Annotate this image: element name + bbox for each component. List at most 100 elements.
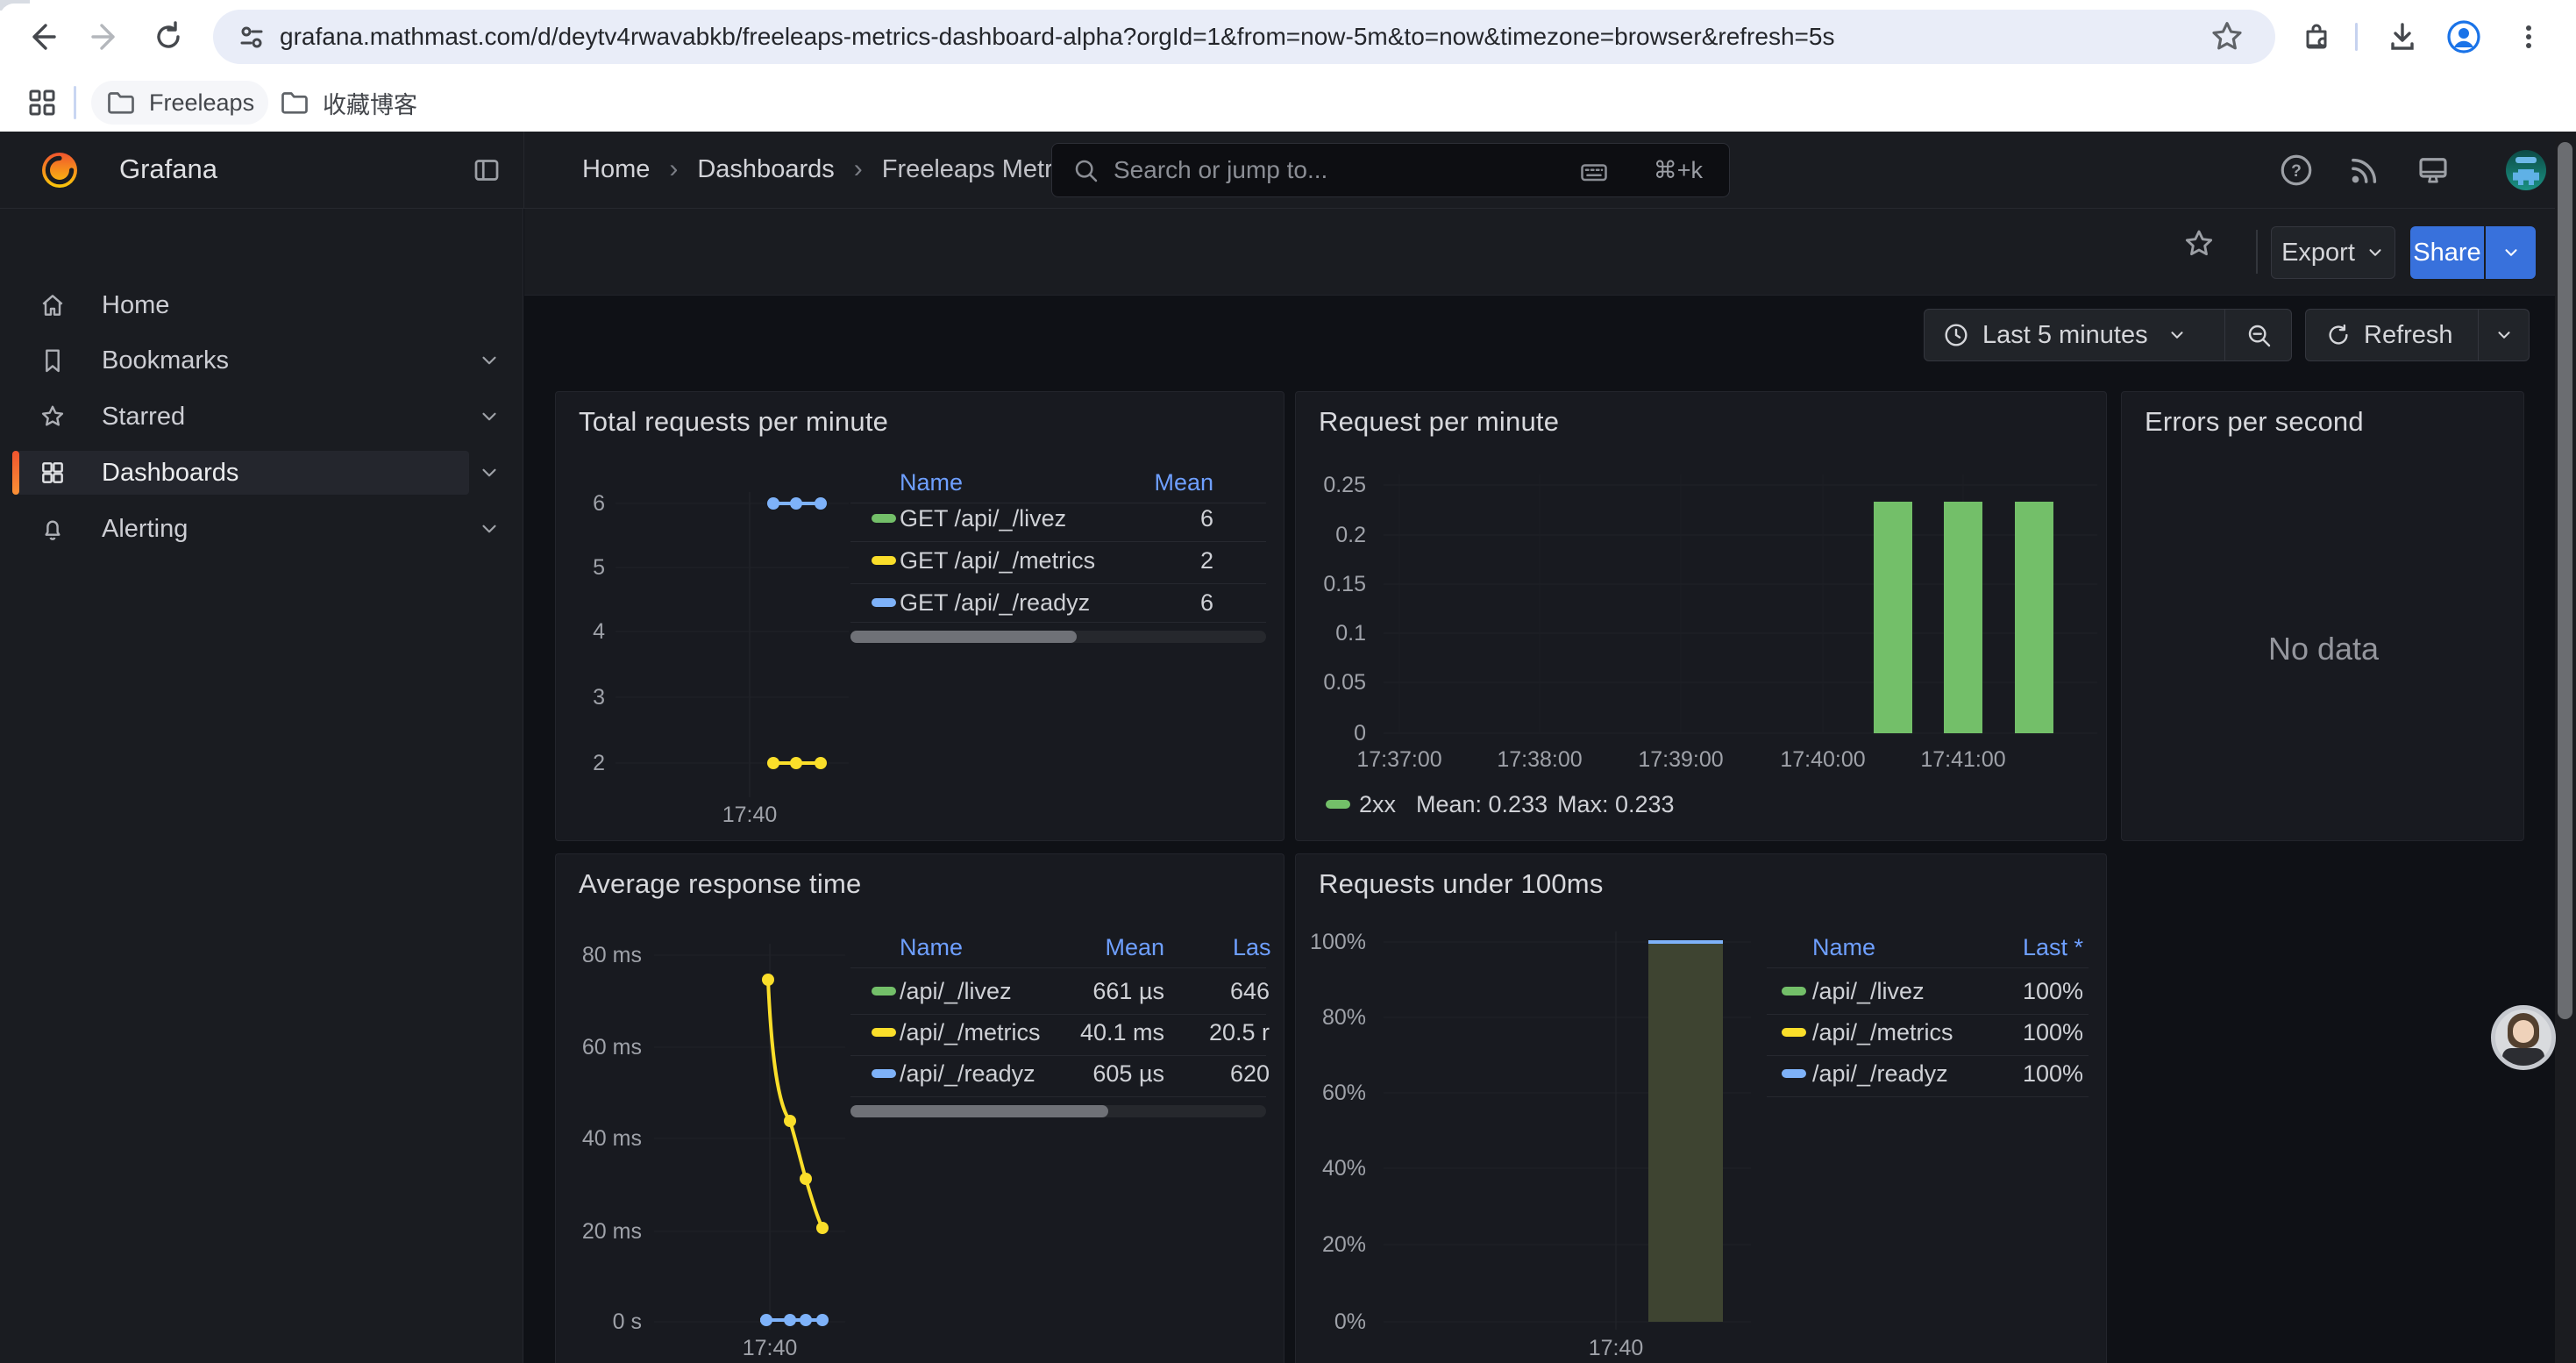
legend-header-name[interactable]: Name bbox=[1812, 934, 1875, 961]
downloads-icon[interactable] bbox=[2378, 12, 2427, 61]
folder-icon bbox=[105, 87, 137, 118]
series-color-pill[interactable] bbox=[872, 1028, 896, 1037]
legend-last: 100% bbox=[1952, 1059, 2083, 1088]
refresh-button[interactable]: Refresh bbox=[2306, 310, 2473, 360]
grafana-app: Grafana Home › Dashboards › Freeleaps Me… bbox=[0, 132, 2576, 1363]
legend-mean: 6 bbox=[1082, 503, 1213, 533]
bookmark-label: 收藏博客 bbox=[323, 86, 417, 120]
legend-hscrollbar[interactable] bbox=[850, 1105, 1266, 1117]
favorite-star-icon[interactable] bbox=[2181, 226, 2217, 261]
legend-mean: Mean: 0.233 bbox=[1416, 789, 1548, 819]
breadcrumb-dashboards[interactable]: Dashboards bbox=[697, 155, 834, 184]
share-menu-button[interactable] bbox=[2486, 226, 2536, 279]
search-placeholder: Search or jump to... bbox=[1114, 156, 1327, 184]
back-button[interactable] bbox=[18, 12, 67, 61]
series-color-pill[interactable] bbox=[872, 598, 896, 607]
share-button[interactable]: Share bbox=[2410, 226, 2484, 279]
sidebar-item-bookmarks[interactable]: Bookmarks bbox=[12, 339, 469, 382]
chevron-down-icon[interactable] bbox=[468, 395, 510, 439]
profile-icon[interactable] bbox=[2439, 12, 2488, 61]
chevron-down-icon bbox=[2501, 243, 2521, 262]
series-color-pill[interactable] bbox=[1782, 987, 1806, 995]
legend-name[interactable]: /api/_/metrics bbox=[1812, 1017, 1953, 1047]
sidebar-item-dashboards[interactable]: Dashboards bbox=[12, 451, 469, 495]
chevron-down-icon[interactable] bbox=[468, 451, 510, 495]
grafana-wordmark[interactable]: Grafana bbox=[119, 153, 217, 185]
legend-mean: 6 bbox=[1082, 588, 1213, 617]
search-input[interactable]: Search or jump to... ⌘+k bbox=[1051, 143, 1730, 197]
zoom-out-button[interactable] bbox=[2224, 310, 2291, 360]
bookmarks-bar: Freeleaps 收藏博客 bbox=[0, 74, 2576, 132]
legend-header-last[interactable]: Last * bbox=[1952, 934, 2083, 961]
breadcrumb-home[interactable]: Home bbox=[582, 155, 650, 184]
chevron-down-icon[interactable] bbox=[468, 339, 510, 382]
series-color-pill[interactable] bbox=[1326, 800, 1350, 809]
bookmark-star-icon[interactable] bbox=[2208, 18, 2246, 56]
reload-button[interactable] bbox=[144, 12, 193, 61]
gridlines bbox=[1384, 475, 2097, 733]
page-scrollbar-thumb[interactable] bbox=[2558, 142, 2572, 1019]
time-range-button[interactable]: Last 5 minutes bbox=[1925, 310, 2204, 360]
news-rss-icon[interactable] bbox=[2345, 150, 2385, 190]
legend-name[interactable]: /api/_/metrics bbox=[900, 1017, 1041, 1047]
legend-header-mean[interactable]: Mean bbox=[1082, 469, 1213, 496]
legend-header-name[interactable]: Name bbox=[900, 934, 963, 961]
legend-name[interactable]: GET /api/_/readyz bbox=[900, 588, 1090, 617]
sidebar-item-home[interactable]: Home bbox=[12, 283, 469, 327]
legend-header-mean[interactable]: Mean bbox=[1033, 934, 1164, 961]
bookmarks-divider bbox=[74, 86, 76, 119]
export-button[interactable]: Export bbox=[2271, 226, 2395, 279]
legend-name[interactable]: /api/_/readyz bbox=[1812, 1059, 1948, 1088]
bookmark-folder-freeleaps[interactable]: Freeleaps bbox=[91, 81, 268, 125]
extensions-icon[interactable] bbox=[2290, 12, 2339, 61]
series-color-pill[interactable] bbox=[872, 1069, 896, 1078]
legend-series[interactable]: 2xx bbox=[1359, 789, 1396, 819]
plot-svg bbox=[1296, 392, 2107, 841]
help-icon[interactable]: ? bbox=[2276, 150, 2316, 190]
forward-button[interactable] bbox=[81, 12, 130, 61]
kiosk-monitor-icon[interactable] bbox=[2413, 150, 2453, 190]
legend-hscroll-thumb[interactable] bbox=[850, 631, 1077, 643]
legend-name[interactable]: /api/_/readyz bbox=[900, 1059, 1035, 1088]
sidebar-item-alerting[interactable]: Alerting bbox=[12, 507, 469, 551]
legend-hscroll-thumb[interactable] bbox=[850, 1105, 1108, 1117]
folder-icon bbox=[279, 87, 310, 118]
floating-assistant-avatar[interactable] bbox=[2491, 1005, 2556, 1070]
bookmark-icon bbox=[39, 346, 67, 375]
screenshot-root: grafana.mathmast.com/d/deytv4rwavabkb/fr… bbox=[0, 0, 2576, 1363]
legend-header-name[interactable]: Name bbox=[900, 469, 963, 496]
legend-table: Name Mean Las /api/_/livez 661 µs 646 /a… bbox=[850, 854, 1284, 1363]
series-color-pill[interactable] bbox=[872, 556, 896, 565]
series-color-pill[interactable] bbox=[872, 514, 896, 523]
legend-name[interactable]: GET /api/_/livez bbox=[900, 503, 1066, 533]
legend-hscrollbar[interactable] bbox=[850, 631, 1266, 643]
apps-grid-icon[interactable] bbox=[23, 83, 61, 122]
refresh-interval-button[interactable] bbox=[2478, 310, 2529, 360]
legend-last: 620 bbox=[1191, 1059, 1270, 1088]
legend-name[interactable]: GET /api/_/metrics bbox=[900, 546, 1095, 575]
legend-header-last[interactable]: Las bbox=[1233, 934, 1271, 961]
user-avatar[interactable] bbox=[2506, 150, 2546, 190]
panel-title[interactable]: Errors per second bbox=[2145, 406, 2364, 438]
page-scrollbar[interactable] bbox=[2555, 132, 2576, 1363]
bookmark-folder-blogs[interactable]: 收藏博客 bbox=[265, 81, 431, 125]
legend-name[interactable]: /api/_/livez bbox=[900, 976, 1012, 1006]
sidebar-toggle-icon[interactable] bbox=[466, 150, 507, 190]
series-color-pill[interactable] bbox=[1782, 1069, 1806, 1078]
series-color-pill[interactable] bbox=[872, 987, 896, 995]
series-color-pill[interactable] bbox=[1782, 1028, 1806, 1037]
grafana-logo[interactable] bbox=[39, 149, 81, 191]
toolbar-divider bbox=[2256, 230, 2258, 274]
site-controls-icon[interactable] bbox=[236, 21, 267, 53]
series-readyz-line bbox=[760, 1314, 829, 1326]
url-text[interactable]: grafana.mathmast.com/d/deytv4rwavabkb/fr… bbox=[280, 10, 1834, 64]
export-label: Export bbox=[2281, 239, 2355, 268]
search-shortcut: ⌘+k bbox=[1654, 157, 1703, 184]
browser-menu-icon[interactable] bbox=[2504, 12, 2553, 61]
sidebar-item-starred[interactable]: Starred bbox=[12, 395, 469, 439]
share-label: Share bbox=[2413, 239, 2480, 268]
url-bar[interactable]: grafana.mathmast.com/d/deytv4rwavabkb/fr… bbox=[213, 10, 2275, 64]
gridlines bbox=[616, 492, 849, 797]
legend-name[interactable]: /api/_/livez bbox=[1812, 976, 1925, 1006]
chevron-down-icon[interactable] bbox=[468, 507, 510, 551]
